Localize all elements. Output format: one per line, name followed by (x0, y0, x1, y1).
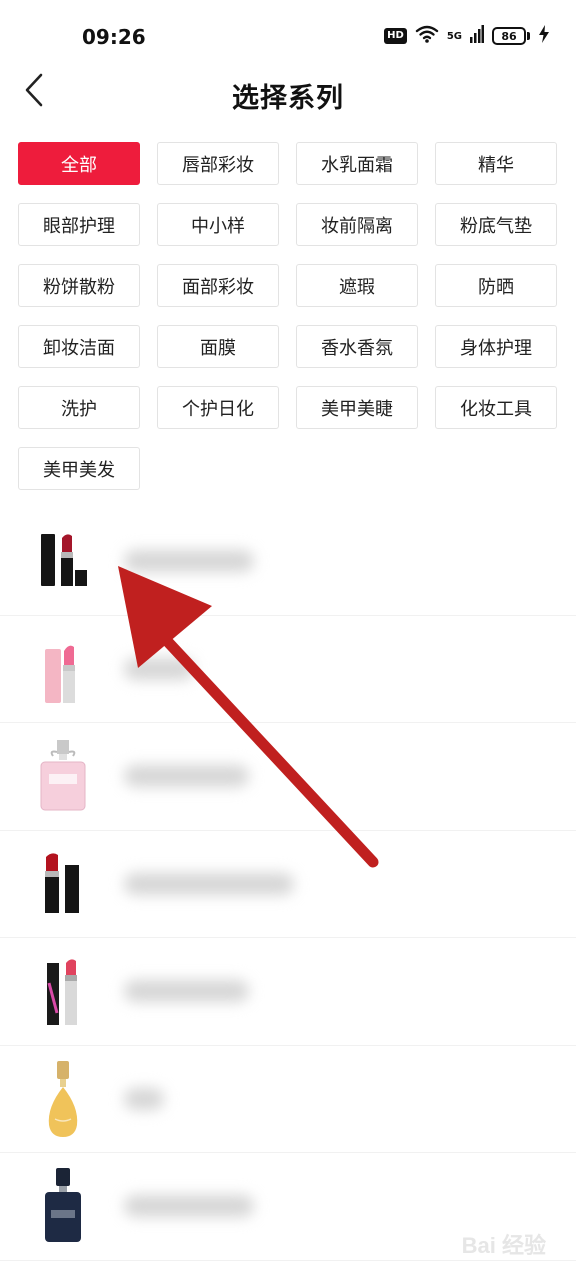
signal-icon (470, 25, 484, 47)
category-chip[interactable]: 眼部护理 (18, 203, 140, 246)
lip-balm-pink-icon (28, 625, 98, 713)
category-chip[interactable]: 粉饼散粉 (18, 264, 140, 307)
page-header: 选择系列 (0, 62, 576, 124)
category-chip[interactable]: 粉底气垫 (435, 203, 557, 246)
category-grid: 全部 唇部彩妆 水乳面霜 精华眼部护理 中小样 妆前隔离 粉底气垫粉饼散粉 面部彩妆 遮瑕 防晒卸… (18, 142, 558, 490)
category-chip[interactable]: 化妆工具 (435, 386, 557, 429)
product-row[interactable] (0, 1046, 576, 1153)
category-chip[interactable]: 遮瑕 (296, 264, 418, 307)
product-row[interactable] (0, 938, 576, 1046)
page-title: 选择系列 (232, 83, 344, 114)
product-list (0, 508, 576, 1261)
product-row[interactable] (0, 723, 576, 831)
category-chip[interactable]: 唇部彩妆 (157, 142, 279, 185)
category-chip[interactable]: 面部彩妆 (157, 264, 279, 307)
product-row[interactable] (0, 831, 576, 938)
category-chip[interactable]: 美甲美睫 (296, 386, 418, 429)
category-chip[interactable]: 香水香氛 (296, 325, 418, 368)
category-chip[interactable]: 全部 (18, 142, 140, 185)
category-chip[interactable]: 面膜 (157, 325, 279, 368)
charging-icon (538, 25, 550, 47)
product-name-blurred (124, 550, 254, 573)
category-chip[interactable]: 妆前隔离 (296, 203, 418, 246)
category-chip[interactable]: 精华 (435, 142, 557, 185)
perfume-dark-blue-icon (28, 1162, 98, 1250)
category-chip[interactable]: 水乳面霜 (296, 142, 418, 185)
perfume-gold-icon (28, 1055, 98, 1143)
status-icons: HD 5G 86 (384, 25, 550, 47)
category-chip[interactable]: 洗护 (18, 386, 140, 429)
category-chip[interactable]: 身体护理 (435, 325, 557, 368)
lipstick-black-icon (28, 517, 98, 605)
product-name-blurred (124, 657, 194, 680)
category-chip[interactable]: 防晒 (435, 264, 557, 307)
lipstick-addict-icon (28, 947, 98, 1035)
watermark: Bai 经验 (461, 1233, 546, 1258)
product-name-blurred (124, 765, 249, 788)
category-chip[interactable]: 个护日化 (157, 386, 279, 429)
battery-icon: 86 (492, 27, 530, 45)
category-chip[interactable]: 卸妆洁面 (18, 325, 140, 368)
product-name-blurred (124, 980, 249, 1003)
product-name-blurred (124, 1087, 164, 1110)
product-row[interactable] (0, 508, 576, 616)
status-time: 09:26 (82, 25, 146, 49)
product-row[interactable] (0, 616, 576, 723)
product-name-blurred (124, 872, 294, 895)
category-chip[interactable]: 中小样 (157, 203, 279, 246)
wifi-icon (415, 25, 439, 47)
perfume-pink-bottle-icon (28, 732, 98, 820)
category-chip[interactable]: 美甲美发 (18, 447, 140, 490)
hd-badge: HD (384, 28, 407, 44)
product-name-blurred (124, 1195, 254, 1218)
battery-level: 86 (492, 27, 526, 45)
lipstick-red-icon (28, 840, 98, 928)
network-type: 5G (446, 30, 462, 42)
